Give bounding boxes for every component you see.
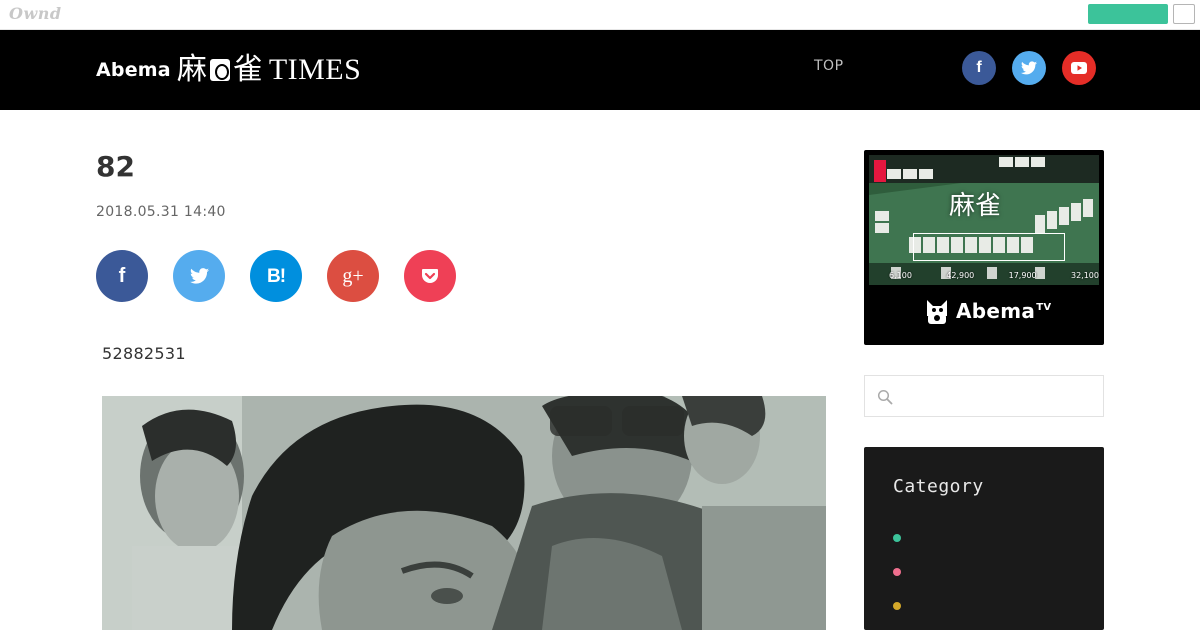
banner-image: 麻雀 6,100 42,900 17,900 32,100 (869, 155, 1099, 285)
score-3: 17,900 (1008, 271, 1037, 280)
mahjong-tile-icon (209, 59, 230, 81)
header-youtube-button[interactable] (1062, 51, 1096, 85)
article-body-text: 52882531 (102, 344, 186, 363)
article-photo (102, 396, 826, 630)
facebook-share-icon: f (118, 265, 126, 287)
article-date: 2018.05.31 14:40 (96, 204, 226, 220)
category-title: Category (893, 476, 984, 497)
abematv-mahjong-banner[interactable]: 麻雀 6,100 42,900 17,900 32,100 AbemaTV (864, 150, 1104, 345)
category-item[interactable] (893, 562, 1073, 582)
score-4: 32,100 (1070, 271, 1099, 280)
score-2: 42,900 (946, 271, 975, 280)
banner-red-tag (874, 160, 886, 182)
share-hatena-button[interactable]: B! (250, 250, 302, 302)
abema-brand-text: Abema (956, 299, 1036, 323)
banner-title: 麻雀 (949, 191, 1002, 221)
abema-cat-icon (927, 300, 947, 324)
pocket-icon (422, 269, 438, 283)
nav-top-link[interactable]: TOP (814, 58, 844, 74)
owned-logo[interactable]: Ownd (9, 4, 62, 23)
category-dot-icon (893, 568, 901, 576)
owned-top-bar: Ownd (0, 0, 1200, 30)
abematv-text: AbemaTV (956, 299, 1051, 323)
search-icon (877, 389, 893, 405)
hatena-bookmark-icon: B! (266, 265, 286, 287)
logo-ma-text: 麻 (176, 52, 207, 87)
facebook-icon: f (976, 59, 982, 76)
follow-button[interactable] (1088, 4, 1168, 24)
share-pocket-button[interactable] (404, 250, 456, 302)
share-twitter-button[interactable] (173, 250, 225, 302)
search-box[interactable] (864, 375, 1104, 417)
site-header: Abema 麻 雀 TIMES TOP f (0, 30, 1200, 110)
score-1: 6,100 (889, 271, 912, 280)
google-plus-icon: g+ (342, 265, 364, 287)
abema-tv-sup: TV (1036, 302, 1052, 314)
category-item[interactable] (893, 596, 1073, 616)
logo-jan-text: 雀 (232, 52, 263, 87)
banner-scores: 6,100 42,900 17,900 32,100 (889, 271, 1099, 280)
logo-times-text: TIMES (268, 53, 362, 86)
search-input[interactable] (901, 384, 1096, 410)
category-widget: Category (864, 447, 1104, 630)
header-facebook-button[interactable]: f (962, 51, 996, 85)
youtube-icon (1071, 62, 1087, 74)
banner-frame (913, 233, 1065, 261)
category-dot-icon (893, 602, 901, 610)
share-google-plus-button[interactable]: g+ (327, 250, 379, 302)
share-facebook-button[interactable]: f (96, 250, 148, 302)
site-logo[interactable]: Abema 麻 雀 TIMES (96, 50, 361, 90)
twitter-share-icon (189, 268, 209, 284)
category-item[interactable] (893, 528, 1073, 548)
article-title: 82 (96, 150, 135, 183)
header-twitter-button[interactable] (1012, 51, 1046, 85)
menu-toggle-button[interactable] (1173, 4, 1195, 24)
logo-abema-text: Abema (96, 59, 171, 81)
twitter-icon (1021, 61, 1037, 75)
abematv-logo: AbemaTV (924, 296, 1051, 326)
category-dot-icon (893, 534, 901, 542)
